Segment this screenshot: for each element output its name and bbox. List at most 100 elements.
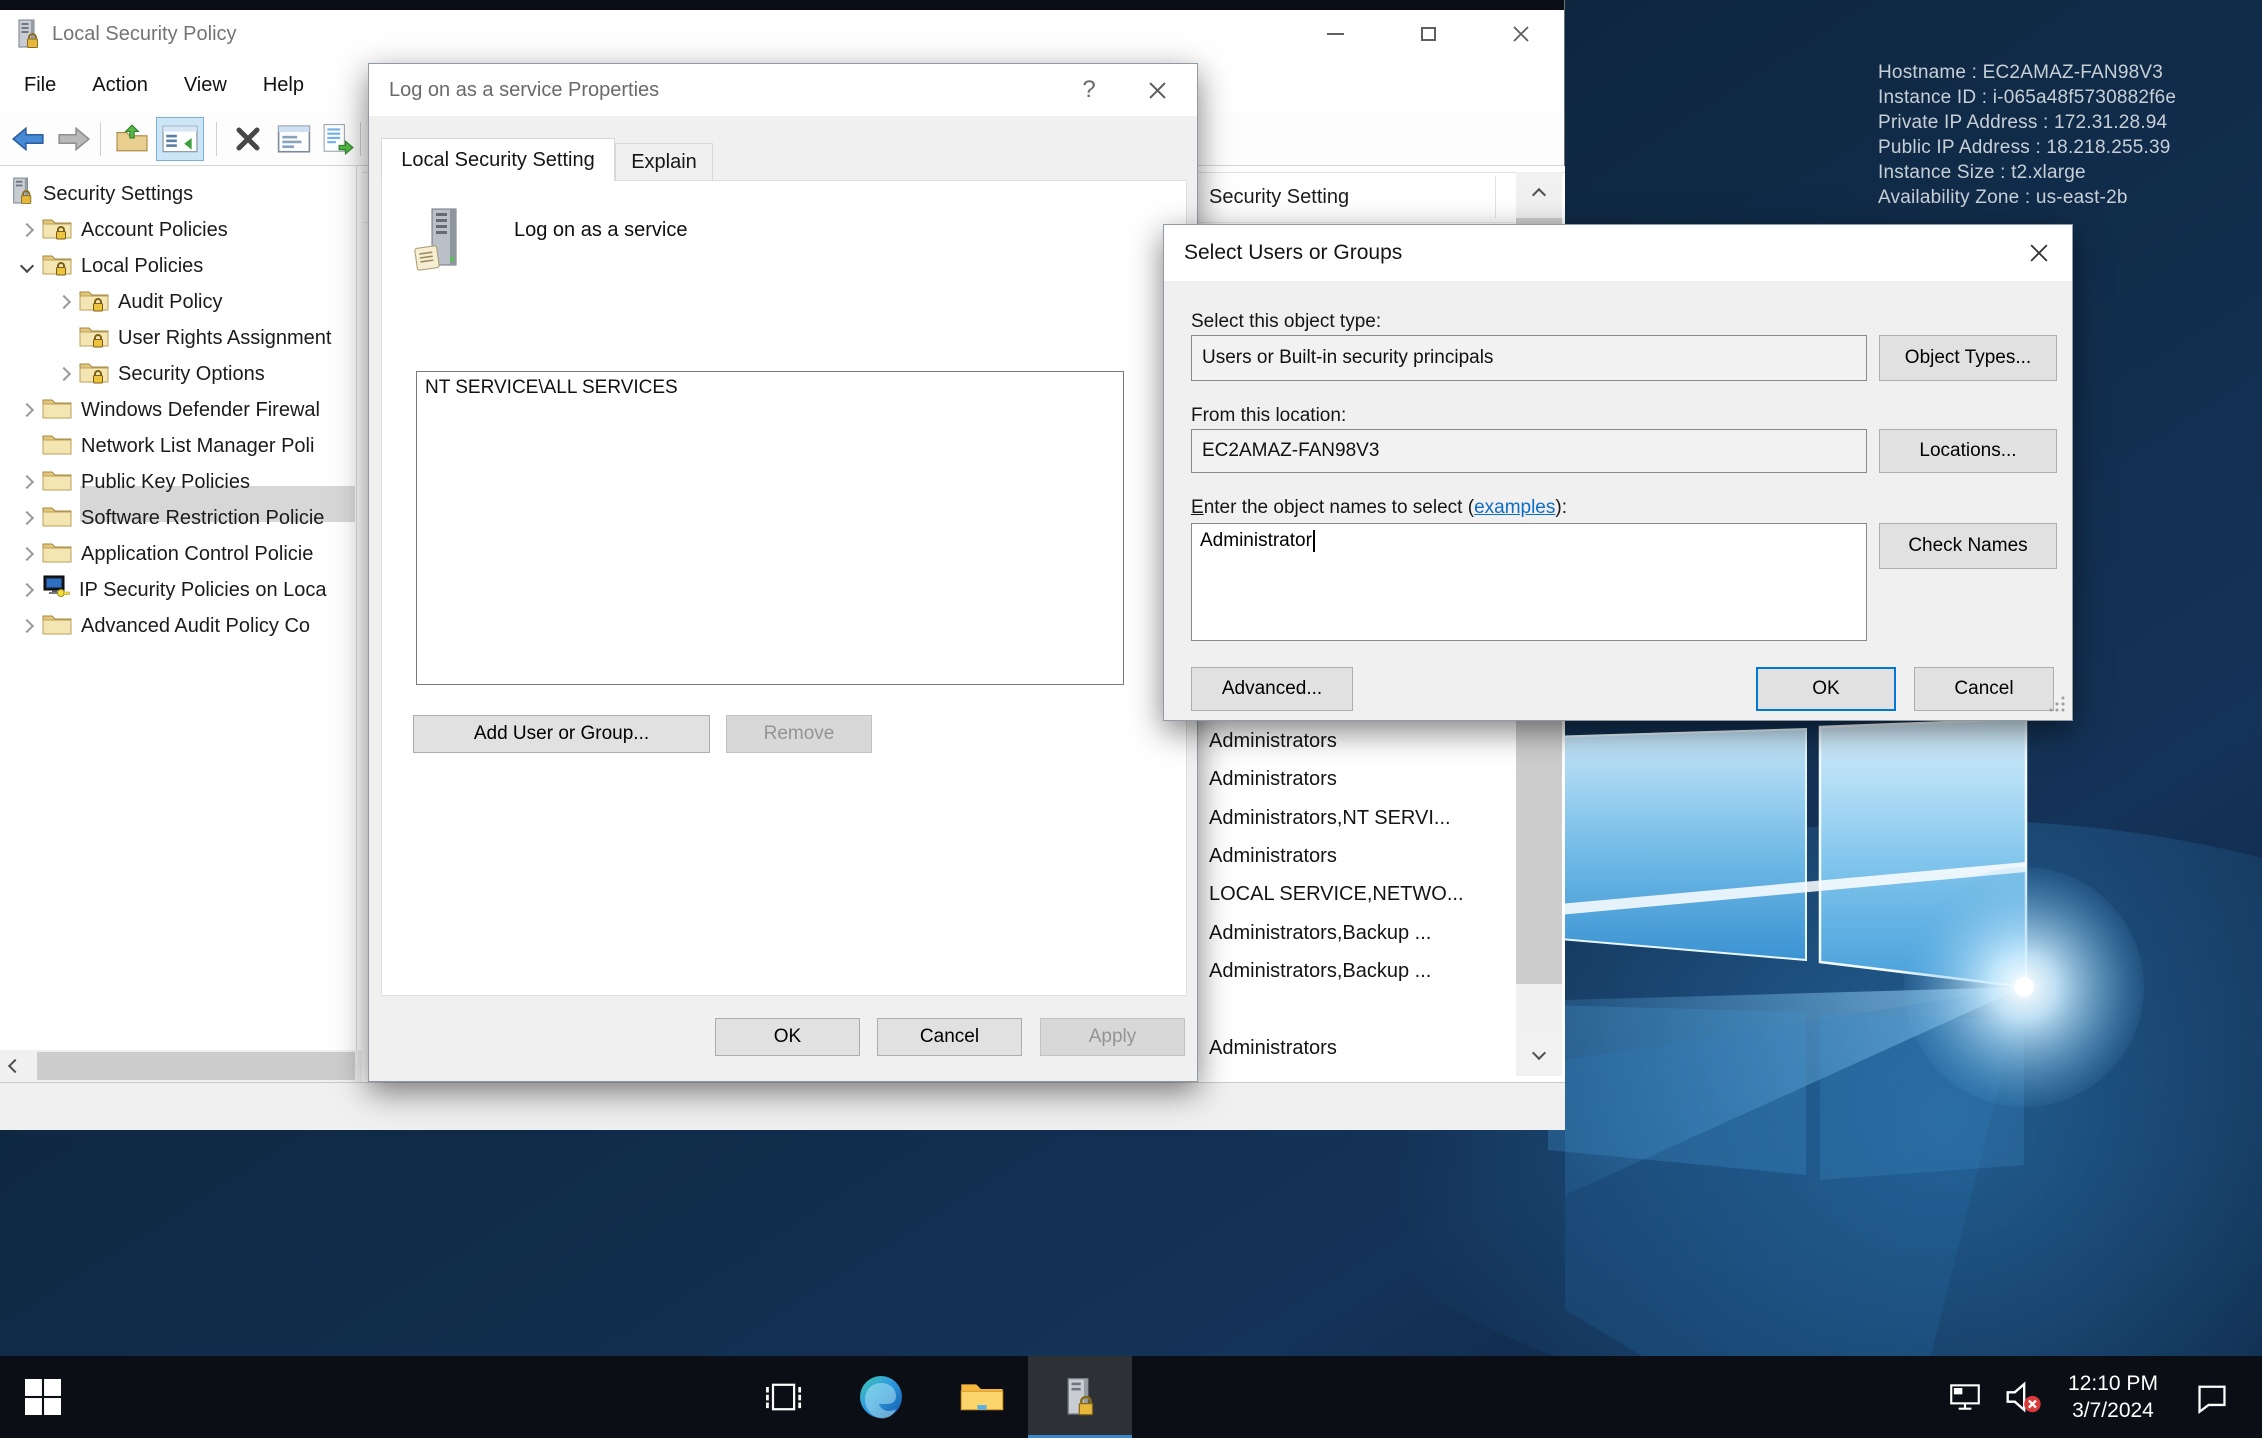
title-bar[interactable]: Local Security Policy [0,10,1564,58]
maximize-icon [1421,27,1436,41]
resize-grip[interactable] [2048,695,2066,713]
server-lock-icon [10,177,34,211]
list-item[interactable]: Administrators [1209,1029,1504,1067]
chevron-right-icon [20,547,34,561]
tree-item-ip-security-policies[interactable]: IP Security Policies on Loca [0,572,355,608]
delete-button[interactable] [226,117,270,161]
tree-item-software-restriction-policies[interactable]: Software Restriction Policie [0,500,355,536]
task-view-icon [763,1380,803,1414]
maximize-button[interactable] [1393,10,1463,58]
horizontal-scrollbar[interactable] [0,1050,362,1082]
list-item[interactable]: Administrators [1209,760,1504,798]
tree-item-application-control-policies[interactable]: Application Control Policie [0,536,355,572]
tree-item-network-list-manager[interactable]: Network List Manager Poli [0,428,355,464]
clock-date: 3/7/2024 [2068,1397,2158,1424]
advanced-button[interactable]: Advanced... [1191,667,1353,711]
up-folder-icon [114,124,150,154]
remove-button[interactable]: Remove [726,715,872,753]
help-button[interactable]: ? [1059,64,1119,116]
minimize-button[interactable] [1300,10,1370,58]
policy-server-icon [412,207,472,278]
ok-button[interactable]: OK [715,1018,860,1056]
menu-action[interactable]: Action [74,58,166,112]
folder-lock-icon [79,323,109,354]
tree-item-label: IP Security Policies on Loca [79,579,327,602]
back-button[interactable] [6,117,50,161]
network-tray-button[interactable] [1938,1356,1992,1438]
properties-button[interactable] [272,117,316,161]
examples-link[interactable]: examples [1474,497,1555,518]
list-item[interactable]: Administrators,NT SERVI... [1209,799,1504,837]
menu-file[interactable]: File [6,58,74,112]
folder-icon [42,431,72,462]
dialog-title-bar[interactable]: Log on as a service Properties ? [369,64,1197,116]
tab-local-security-setting[interactable]: Local Security Setting [381,138,615,181]
scroll-left-button[interactable] [0,1050,30,1082]
list-item[interactable]: Administrators [1209,722,1504,760]
app-icon [14,19,42,54]
locations-button[interactable]: Locations... [1879,429,2057,473]
list-item[interactable]: Administrators [1209,837,1504,875]
ec2-public-ip: Public IP Address : 18.218.255.39 [1878,135,2176,160]
list-item[interactable]: Administrators,Backup ... [1209,914,1504,952]
menu-view[interactable]: View [166,58,245,112]
column-divider[interactable] [1495,176,1496,218]
dialog-title: Log on as a service Properties [389,79,659,102]
task-view-button[interactable] [744,1356,822,1438]
ok-button[interactable]: OK [1756,667,1896,711]
menu-help[interactable]: Help [245,58,322,112]
scrollbar-thumb[interactable] [37,1052,355,1080]
volume-tray-button[interactable] [1994,1356,2052,1438]
column-header-security-setting[interactable]: Security Setting [1209,173,1489,222]
members-listbox[interactable]: NT SERVICE\ALL SERVICES [416,371,1124,685]
local-security-policy-taskbar-button[interactable] [1028,1356,1132,1438]
clock-tray-button[interactable]: 12:10 PM 3/7/2024 [2054,1356,2172,1438]
chevron-right-icon [20,475,34,489]
tree-item-label: Security Settings [43,183,193,206]
tree-item-audit-policy[interactable]: Audit Policy [0,284,355,320]
object-names-input[interactable]: Administrator [1191,523,1867,641]
panel-divider[interactable] [356,166,357,1082]
tree-item-local-policies[interactable]: Local Policies [0,248,355,284]
file-explorer-button[interactable] [942,1356,1022,1438]
apply-button[interactable]: Apply [1040,1018,1185,1056]
add-user-or-group-button[interactable]: Add User or Group... [413,715,710,753]
tree-item-security-settings[interactable]: Security Settings [0,176,355,212]
close-button[interactable] [1127,64,1187,116]
object-types-button[interactable]: Object Types... [1879,335,2057,381]
action-center-button[interactable] [2182,1356,2242,1438]
dialog-title-bar[interactable]: Select Users or Groups [1164,225,2072,281]
tree-item-advanced-audit-policy[interactable]: Advanced Audit Policy Co [0,608,355,644]
cancel-button[interactable]: Cancel [877,1018,1022,1056]
list-item[interactable]: LOCAL SERVICE,NETWO... [1209,875,1504,913]
close-button[interactable] [2006,225,2072,281]
folder-icon [42,611,72,642]
tree-item-label: Advanced Audit Policy Co [81,615,310,638]
tree-item-user-rights-assignment[interactable]: User Rights Assignment [0,320,355,356]
edge-button[interactable] [836,1356,926,1438]
cancel-button[interactable]: Cancel [1914,667,2054,711]
scroll-up-button[interactable] [1516,172,1562,218]
chevron-right-icon [20,403,34,417]
scroll-down-button[interactable] [1516,1030,1562,1076]
list-item[interactable]: Administrators,Backup ... [1209,952,1504,990]
tab-explain[interactable]: Explain [615,143,713,181]
start-button[interactable] [0,1356,86,1438]
check-names-button[interactable]: Check Names [1879,523,2057,569]
list-item[interactable] [1209,990,1504,1028]
dialog-title: Select Users or Groups [1184,241,1402,265]
console-tree-toggle-button[interactable] [156,117,204,161]
tree-item-account-policies[interactable]: Account Policies [0,212,355,248]
window-title: Local Security Policy [52,23,237,46]
forward-button[interactable] [52,117,96,161]
tree-item-label: Local Policies [81,255,203,278]
listbox-item[interactable]: NT SERVICE\ALL SERVICES [417,372,1123,404]
up-folder-button[interactable] [110,117,154,161]
tree-item-public-key-policies[interactable]: Public Key Policies [0,464,355,500]
tree-item-security-options[interactable]: Security Options [0,356,355,392]
export-list-button[interactable] [316,117,360,161]
tree-item-label: User Rights Assignment [118,327,331,350]
tab-page: Log on as a service NT SERVICE\ALL SERVI… [381,180,1187,996]
tree-item-windows-defender-firewall[interactable]: Windows Defender Firewal [0,392,355,428]
close-button[interactable] [1486,10,1556,58]
